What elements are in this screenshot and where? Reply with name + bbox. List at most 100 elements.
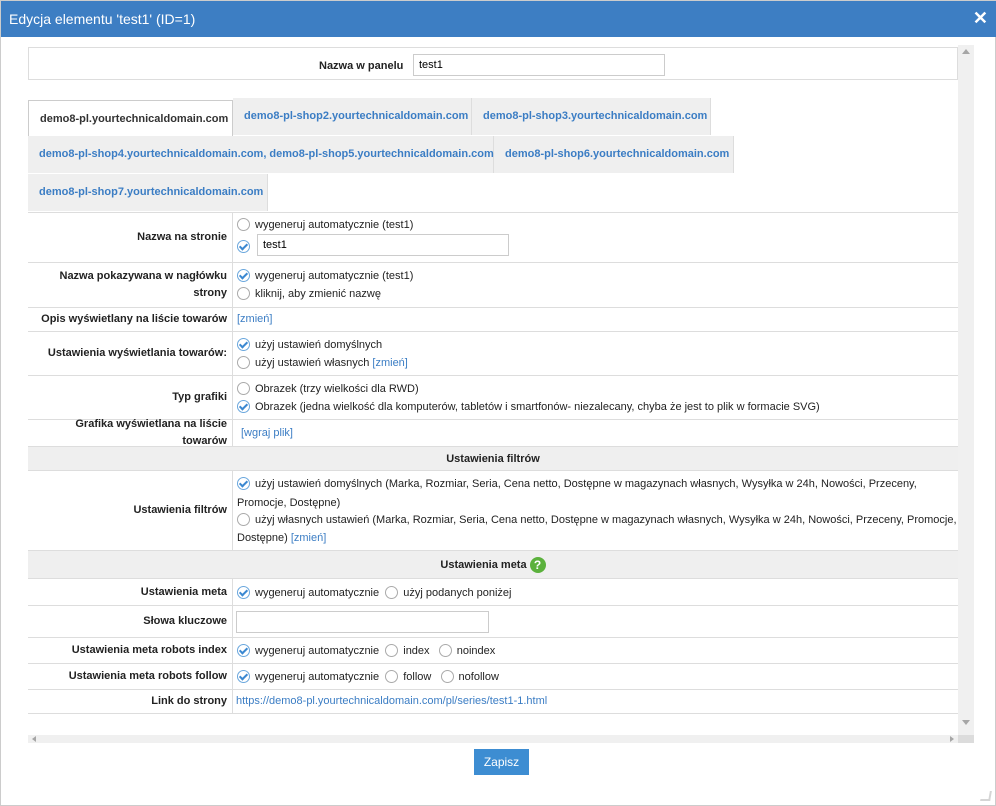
help-icon[interactable]: ?	[529, 557, 546, 574]
option-label: użyj własnych ustawień (Marka, Rozmiar, …	[255, 513, 957, 526]
keywords-input[interactable]	[236, 611, 489, 633]
option-label: wygeneruj automatycznie (test1)	[255, 269, 414, 282]
row-graphic-type: Typ grafiki Obrazek (trzy wielkości dla …	[28, 376, 958, 420]
radio-option[interactable]: wygeneruj automatycznie użyj podanych po…	[237, 586, 512, 599]
radio-checked-icon[interactable]	[237, 477, 250, 490]
tab-shop7[interactable]: demo8-pl-shop7.yourtechnicaldomain.com	[28, 174, 268, 211]
radio-icon[interactable]	[438, 644, 452, 657]
tab-shop4-5[interactable]: demo8-pl-shop4.yourtechnicaldomain.com, …	[28, 136, 494, 173]
row-label: Ustawienia meta robots index	[28, 638, 233, 663]
radio-icon[interactable]	[237, 382, 250, 395]
row-page-name: Nazwa na stronie wygeneruj automatycznie…	[28, 213, 958, 263]
radio-option[interactable]: wygeneruj automatycznie follow nofollow	[237, 670, 499, 683]
row-display-settings: Ustawienia wyświetlania towarów: użyj us…	[28, 332, 958, 376]
radio-option[interactable]: użyj własnych ustawień (Marka, Rozmiar, …	[237, 513, 957, 526]
radio-option[interactable]: Obrazek (jedna wielkość dla komputerów, …	[237, 400, 820, 413]
change-link[interactable]: [zmień]	[237, 313, 272, 325]
row-label: Słowa kluczowe	[28, 606, 233, 637]
scroll-down-icon[interactable]	[962, 720, 970, 725]
radio-icon[interactable]	[237, 513, 250, 526]
tab-shop1[interactable]: demo8-pl.yourtechnicaldomain.com	[28, 100, 233, 137]
radio-option[interactable]: użyj ustawień własnych [zmień]	[237, 356, 408, 369]
radio-option[interactable]: wygeneruj automatycznie (test1)	[237, 269, 413, 282]
change-link[interactable]: [zmień]	[291, 532, 326, 544]
change-link[interactable]: [zmień]	[372, 357, 407, 369]
row-label: Nazwa na stronie	[28, 213, 233, 262]
radio-icon[interactable]	[237, 356, 250, 369]
row-label: Grafika wyświetlana na liście towarów	[28, 418, 233, 447]
settings-table: Nazwa na stronie wygeneruj automatycznie…	[28, 212, 958, 714]
row-label: Nazwa pokazywana w nagłówku strony	[28, 263, 233, 307]
option-label: użyj ustawień domyślnych (Marka, Rozmiar…	[255, 477, 917, 490]
option-label: użyj ustawień domyślnych	[255, 338, 383, 351]
option-label: nofollow	[458, 670, 499, 683]
row-meta: Ustawienia meta wygeneruj automatycznie …	[28, 579, 958, 606]
radio-icon[interactable]	[385, 670, 399, 683]
row-label: Ustawienia meta	[28, 579, 233, 605]
row-label: Opis wyświetlany na liście towarów	[28, 308, 233, 331]
horizontal-scrollbar[interactable]	[28, 735, 958, 743]
radio-option[interactable]: wygeneruj automatycznie index noindex	[237, 644, 495, 657]
upload-link[interactable]: [wgraj plik]	[241, 427, 293, 439]
row-header-name: Nazwa pokazywana w nagłówku strony wygen…	[28, 263, 958, 308]
tab-shop2[interactable]: demo8-pl-shop2.yourtechnicaldomain.com	[233, 98, 472, 135]
radio-icon[interactable]	[237, 287, 250, 300]
panel-name-label: Nazwa w panelu	[319, 60, 404, 72]
dialog-content[interactable]: Nazwa w panelu demo8-pl.yourtechnicaldom…	[28, 45, 958, 735]
save-button[interactable]: Zapisz	[474, 749, 529, 775]
option-label: Obrazek (trzy wielkości dla RWD)	[255, 382, 419, 395]
radio-checked-icon[interactable]	[237, 240, 250, 253]
row-label: Ustawienia meta robots follow	[28, 664, 233, 689]
scroll-left-icon[interactable]	[32, 736, 36, 742]
tab-shop6[interactable]: demo8-pl-shop6.yourtechnicaldomain.com	[494, 136, 734, 173]
scroll-right-icon[interactable]	[950, 736, 954, 742]
resize-handle-icon[interactable]	[980, 791, 992, 801]
option-label: Dostępne)	[237, 532, 288, 544]
page-link[interactable]: https://demo8-pl.yourtechnicaldomain.com…	[236, 695, 547, 707]
radio-option[interactable]: użyj ustawień domyślnych (Marka, Rozmiar…	[237, 477, 917, 490]
option-label: wygeneruj automatycznie (test1)	[255, 218, 414, 231]
page-name-input[interactable]	[257, 234, 509, 256]
row-description: Opis wyświetlany na liście towarów [zmie…	[28, 308, 958, 332]
edit-dialog: Edycja elementu 'test1' (ID=1) ✕ Nazwa w…	[0, 0, 996, 806]
row-label: Typ grafiki	[28, 376, 233, 419]
close-icon[interactable]: ✕	[973, 8, 988, 29]
radio-option[interactable]: wygeneruj automatycznie (test1)	[237, 218, 413, 231]
tab-shop3[interactable]: demo8-pl-shop3.yourtechnicaldomain.com	[472, 98, 711, 135]
option-label: index	[403, 644, 430, 657]
option-label: follow	[403, 670, 432, 683]
section-header-meta: Ustawienia meta?	[28, 551, 958, 579]
radio-icon[interactable]	[385, 586, 399, 599]
option-label: kliknij, aby zmienić nazwę	[255, 287, 381, 300]
radio-icon[interactable]	[237, 218, 250, 231]
row-filters: Ustawienia filtrów użyj ustawień domyśln…	[28, 471, 958, 551]
row-link: Link do strony https://demo8-pl.yourtech…	[28, 690, 958, 714]
radio-checked-icon[interactable]	[237, 338, 250, 351]
panel-name-input[interactable]	[413, 54, 665, 76]
row-label: Link do strony	[28, 690, 233, 713]
radio-option[interactable]	[237, 240, 255, 253]
radio-icon[interactable]	[440, 670, 454, 683]
scrollbar-corner	[958, 735, 974, 743]
dialog-titlebar: Edycja elementu 'test1' (ID=1) ✕	[1, 1, 996, 37]
radio-checked-icon[interactable]	[237, 269, 250, 282]
radio-checked-icon[interactable]	[237, 400, 250, 413]
option-label-cont: Promocje, Dostępne)	[237, 497, 341, 509]
radio-option[interactable]: kliknij, aby zmienić nazwę	[237, 287, 381, 300]
option-label-cont: Dostępne) [zmień]	[237, 532, 326, 544]
vertical-scrollbar[interactable]	[958, 45, 974, 735]
row-label: Ustawienia wyświetlania towarów:	[28, 332, 233, 375]
radio-checked-icon[interactable]	[237, 586, 250, 599]
row-label: Ustawienia filtrów	[28, 471, 233, 550]
section-header-filters: Ustawienia filtrów	[28, 447, 958, 471]
dialog-title: Edycja elementu 'test1' (ID=1)	[9, 11, 196, 27]
option-label: użyj ustawień własnych	[255, 356, 370, 369]
radio-option[interactable]: użyj ustawień domyślnych	[237, 338, 382, 351]
radio-icon[interactable]	[385, 644, 399, 657]
radio-checked-icon[interactable]	[237, 670, 250, 683]
radio-option[interactable]: Obrazek (trzy wielkości dla RWD)	[237, 382, 419, 395]
scroll-up-icon[interactable]	[962, 49, 970, 54]
radio-checked-icon[interactable]	[237, 644, 250, 657]
row-robots-index: Ustawienia meta robots index wygeneruj a…	[28, 638, 958, 664]
section-title: Ustawienia meta	[440, 559, 527, 571]
